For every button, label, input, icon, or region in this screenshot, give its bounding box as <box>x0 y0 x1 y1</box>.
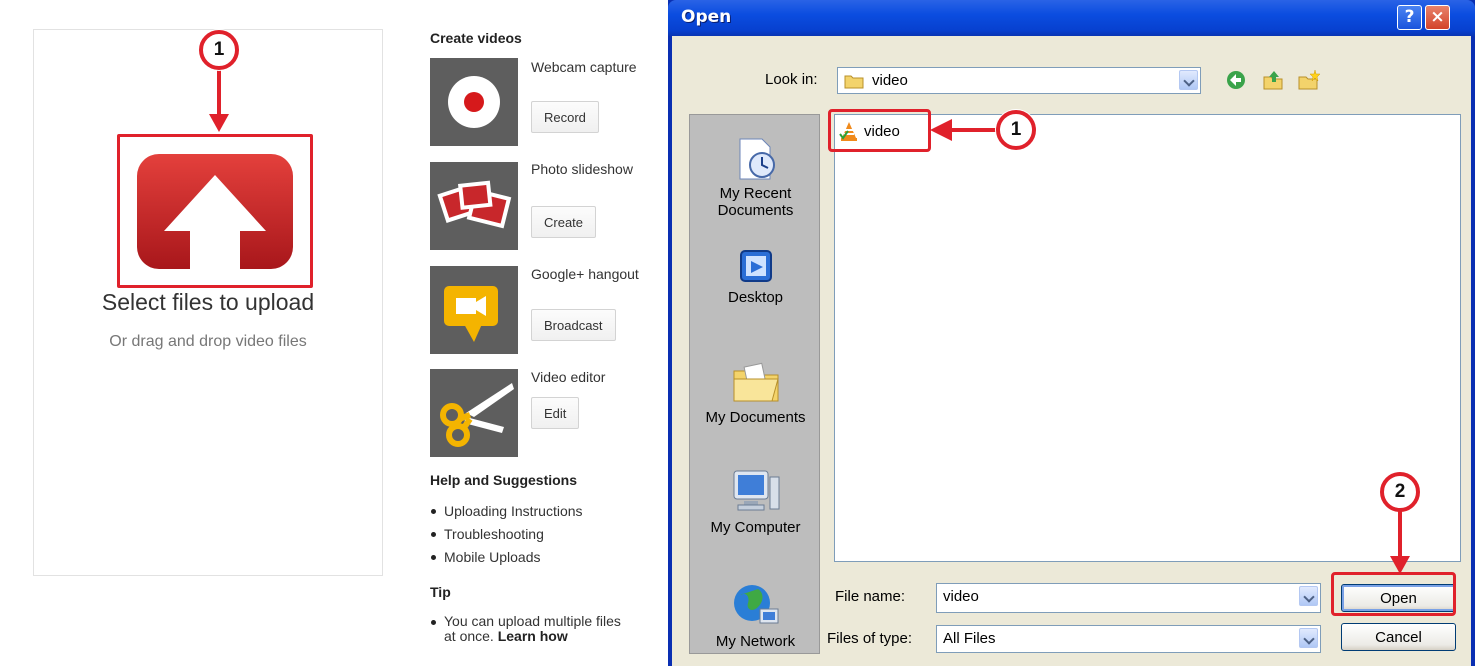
cancel-button[interactable]: Cancel <box>1341 623 1456 651</box>
google-hangout-label: Google+ hangout <box>531 266 639 282</box>
screenshot-stage: Select files to upload Or drag and drop … <box>0 0 1475 666</box>
file-name-combo[interactable]: video <box>936 583 1321 613</box>
dialog-title: Open <box>681 7 732 27</box>
my-computer-icon <box>733 470 779 511</box>
photos-icon <box>437 180 512 229</box>
help-heading: Help and Suggestions <box>430 472 578 488</box>
recent-documents-icon <box>739 138 775 180</box>
close-button[interactable]: × <box>1425 5 1450 30</box>
webcam-thumbnail[interactable] <box>430 58 518 146</box>
photo-slideshow-label: Photo slideshow <box>531 161 633 177</box>
video-editor-thumbnail[interactable] <box>430 369 518 457</box>
learn-how-link[interactable]: Learn how <box>498 628 568 644</box>
place-recent-documents[interactable]: My Recent Documents <box>690 135 821 219</box>
open-dialog: Open ? × Look in: video My Recent Docume… <box>668 0 1475 666</box>
look-in-combo[interactable]: video <box>837 67 1201 94</box>
create-videos-heading: Create videos <box>430 30 522 46</box>
place-my-network[interactable]: My Network <box>690 579 821 650</box>
file-list[interactable]: video <box>834 114 1461 562</box>
hangout-thumbnail[interactable] <box>430 266 518 354</box>
look-in-label: Look in: <box>765 71 818 88</box>
help-link-uploading-instructions[interactable]: Uploading Instructions <box>430 501 583 524</box>
desktop-icon <box>739 250 772 282</box>
step-1-badge: 1 <box>199 30 239 70</box>
create-button[interactable]: Create <box>531 206 597 238</box>
up-folder-icon[interactable] <box>1262 69 1284 91</box>
help-link-troubleshooting[interactable]: Troubleshooting <box>430 524 583 547</box>
webcam-capture-label: Webcam capture <box>531 59 637 75</box>
place-label: My Computer <box>710 519 801 536</box>
broadcast-button[interactable]: Broadcast <box>531 309 616 341</box>
place-label: My Recent Documents <box>717 185 794 219</box>
places-bar: My Recent Documents Desktop My Documents… <box>689 114 820 654</box>
record-icon <box>448 76 500 128</box>
place-desktop[interactable]: Desktop <box>690 247 821 306</box>
video-editor-label: Video editor <box>531 369 606 385</box>
file-name-value: video <box>943 588 979 605</box>
chevron-down-icon[interactable] <box>1299 628 1318 648</box>
help-links-list: Uploading Instructions Troubleshooting M… <box>430 501 583 570</box>
annotation-arrow-head-icon <box>209 114 229 132</box>
file-highlight-box <box>828 109 931 152</box>
tip-heading: Tip <box>430 584 451 600</box>
dialog-titlebar[interactable]: Open ? × <box>668 0 1475 36</box>
back-icon[interactable] <box>1225 69 1247 91</box>
place-my-computer[interactable]: My Computer <box>690 467 821 536</box>
open-button-highlight-box <box>1331 572 1456 616</box>
step-1-badge: 1 <box>996 110 1036 150</box>
tip-text: You can upload multiple files at once. L… <box>430 614 630 644</box>
chevron-down-icon[interactable] <box>1179 70 1198 90</box>
edit-button[interactable]: Edit <box>531 397 580 429</box>
step-2-badge: 2 <box>1380 472 1420 512</box>
scissors-icon <box>440 383 514 447</box>
chevron-down-icon[interactable] <box>1299 586 1318 606</box>
file-type-combo[interactable]: All Files <box>936 625 1321 653</box>
help-button[interactable]: ? <box>1397 5 1422 30</box>
place-label: My Network <box>715 633 796 650</box>
help-link-mobile-uploads[interactable]: Mobile Uploads <box>430 547 583 570</box>
hangout-camera-icon <box>444 286 498 342</box>
record-button[interactable]: Record <box>531 101 599 133</box>
upload-highlight-box <box>117 134 313 288</box>
place-label: My Documents <box>705 409 806 426</box>
my-network-icon <box>733 585 778 624</box>
file-name-label: File name: <box>835 588 906 605</box>
annotation-arrow-shaft <box>950 128 998 132</box>
annotation-arrow-shaft <box>1398 508 1402 560</box>
slideshow-thumbnail[interactable] <box>430 162 518 250</box>
place-label: Desktop <box>727 289 784 306</box>
my-documents-icon <box>733 362 779 402</box>
upload-subtitle: Or drag and drop video files <box>109 333 307 350</box>
place-my-documents[interactable]: My Documents <box>690 355 821 426</box>
upload-title[interactable]: Select files to upload <box>33 289 383 316</box>
file-type-value: All Files <box>943 630 996 647</box>
file-type-label: Files of type: <box>827 630 913 647</box>
new-folder-icon[interactable] <box>1298 69 1320 91</box>
look-in-value: video <box>872 72 908 89</box>
folder-icon <box>844 75 864 89</box>
